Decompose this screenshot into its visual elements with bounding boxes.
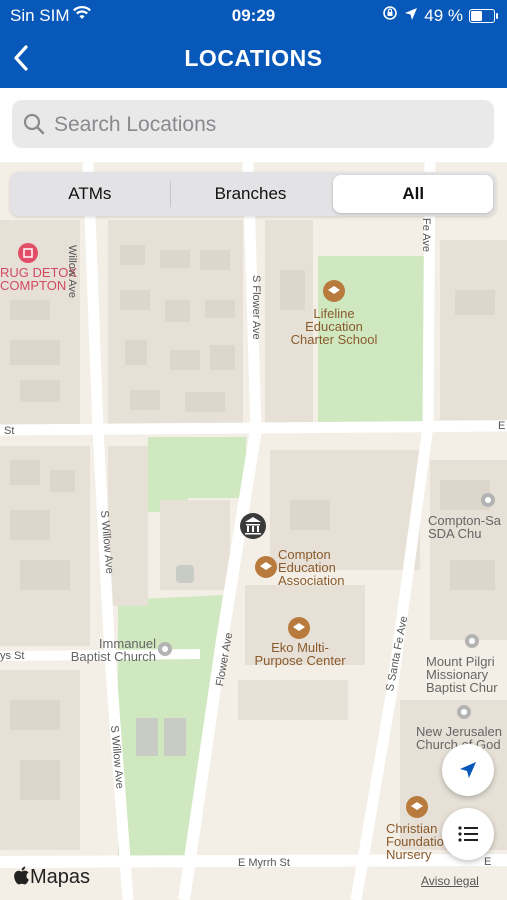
maps-brand-label: Mapas — [30, 866, 91, 888]
segment-all-label: All — [402, 184, 425, 203]
segment-branches-label: Branches — [214, 184, 287, 203]
list-icon — [458, 826, 478, 842]
segment-all[interactable]: All — [333, 175, 494, 213]
poi-immanuel: Immanuel Baptist Church — [70, 636, 156, 664]
location-arrow-icon — [404, 6, 418, 26]
street-e-bottom: E — [484, 856, 492, 868]
street-myrrh: E Myrrh St — [238, 857, 290, 869]
battery-percent: 49 % — [424, 5, 463, 25]
orientation-lock-icon — [382, 5, 398, 26]
street-ys-st: ys St — [0, 650, 25, 662]
street-santa-fe-top: Fe Ave — [420, 218, 432, 253]
location-arrow-icon — [460, 762, 476, 778]
maps-brand: Mapas — [14, 866, 90, 891]
street-flower-top: S Flower Ave — [250, 275, 262, 340]
search-input[interactable] — [52, 108, 486, 142]
nav-bar: LOCATIONS — [0, 30, 507, 88]
street-willow-top: Willow Ave — [66, 245, 78, 298]
poi-compton-sda: Compton-Sa SDA Chu — [428, 513, 501, 541]
search-box[interactable] — [12, 100, 494, 148]
segment-atms-label: ATMs — [68, 184, 112, 203]
current-location-button[interactable] — [442, 744, 494, 796]
street-st-right: E — [498, 420, 506, 432]
location-type-filter: ATMs Branches All — [10, 172, 496, 216]
segment-atms[interactable]: ATMs — [10, 172, 170, 216]
search-bar — [0, 88, 507, 162]
poi-mount-pilgrim: Mount Pilgri Missionary Baptist Chur — [426, 654, 498, 695]
poi-eko-center: Eko Multi- Purpose Center — [254, 640, 346, 668]
status-right: 49 % — [382, 5, 498, 26]
status-bar: Sin SIM 09:29 49 % — [0, 0, 507, 30]
legal-link[interactable]: Aviso legal — [421, 874, 479, 888]
segment-branches[interactable]: Branches — [171, 172, 331, 216]
poi-lifeline: Lifeline Education Charter School — [290, 306, 378, 347]
poi-compton-education: Compton Education Association — [278, 547, 345, 588]
street-st-left: St — [4, 425, 15, 437]
poi-christian-foundation: Christian Foundatio Nursery — [386, 821, 444, 862]
page-title: LOCATIONS — [184, 45, 323, 71]
battery-icon — [469, 8, 498, 23]
search-icon — [22, 112, 46, 141]
list-view-button[interactable] — [442, 808, 494, 860]
apple-logo-icon — [14, 866, 30, 891]
